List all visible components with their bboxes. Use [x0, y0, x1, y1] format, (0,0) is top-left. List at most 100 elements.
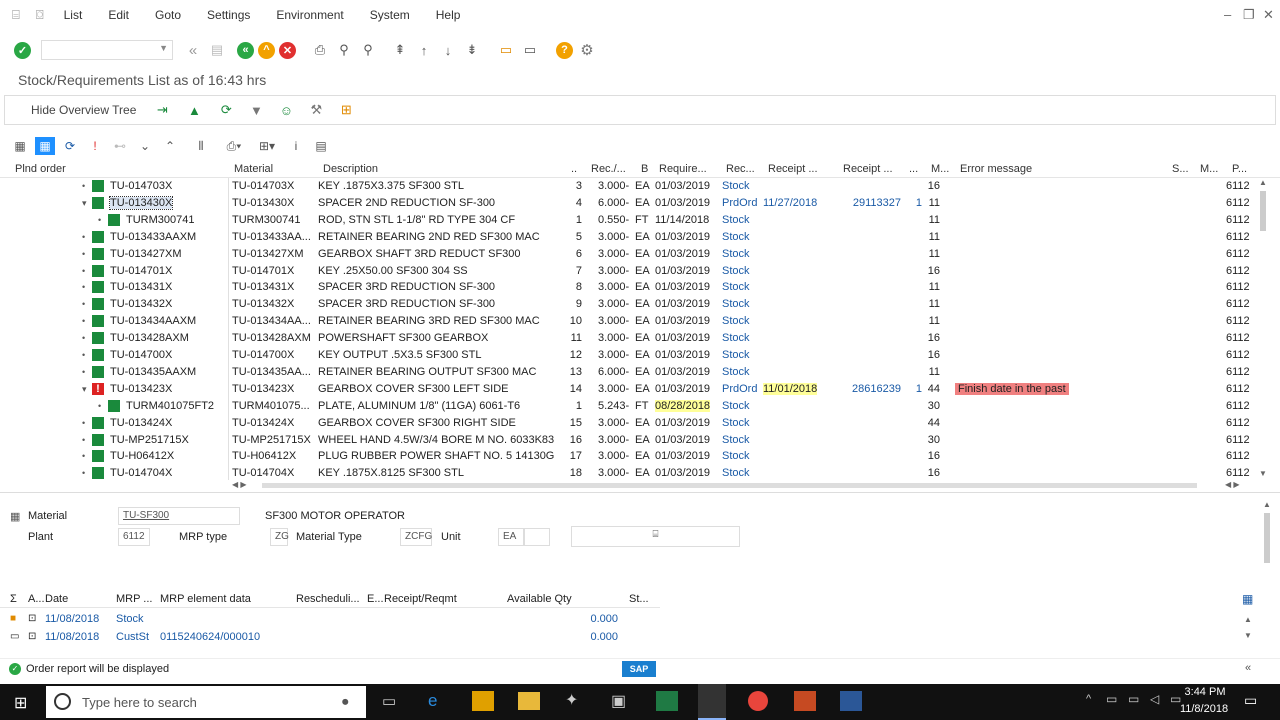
tree-toggle-icon[interactable]: •: [82, 451, 85, 461]
lower-scrollbar[interactable]: ▲ ▼: [1244, 612, 1252, 644]
left-horizontal-scrollbar[interactable]: ◀ ▶: [232, 480, 262, 490]
back-icon[interactable]: «: [237, 41, 254, 59]
exit-icon[interactable]: ^: [258, 41, 275, 59]
col-rec2[interactable]: Rec...: [726, 163, 755, 175]
planned-order-cell[interactable]: TU-013430X: [108, 195, 174, 210]
help-icon[interactable]: ⌼: [36, 7, 44, 23]
menu-list[interactable]: List: [64, 8, 83, 22]
detail-view-icon[interactable]: ⊡: [28, 613, 36, 624]
cancel-icon[interactable]: ✕: [279, 41, 296, 59]
print-grid-icon[interactable]: ⎙▾: [224, 137, 244, 155]
receipt-element-cell[interactable]: Stock: [722, 417, 750, 429]
refresh-grid-icon[interactable]: ⟳: [60, 137, 80, 155]
tree-toggle-icon[interactable]: •: [82, 249, 85, 259]
col-st[interactable]: St...: [629, 593, 649, 605]
material-detail-button[interactable]: ⌸: [571, 526, 740, 547]
menu-help[interactable]: Help: [436, 8, 461, 22]
sap-logon-icon[interactable]: ✦: [565, 690, 578, 710]
tree-toggle-icon[interactable]: •: [98, 215, 101, 225]
select-icon[interactable]: ▦: [35, 137, 55, 155]
menu-environment[interactable]: Environment: [276, 8, 343, 22]
table-row[interactable]: • TU-MP251715X TU-MP251715X WHEEL HAND 4.5W…: [0, 432, 1270, 449]
sum-icon[interactable]: Σ: [10, 593, 17, 605]
col-a[interactable]: A...: [28, 593, 45, 605]
table-row[interactable]: • TU-013428AXM TU-013428AXM POWERSHAFT SF30…: [0, 330, 1270, 347]
receipt-element-cell[interactable]: Stock: [722, 281, 750, 293]
tree-toggle-icon[interactable]: ▾: [82, 384, 87, 395]
col-dots2[interactable]: ...: [909, 163, 918, 175]
sap-menu-icon[interactable]: ⌸: [12, 7, 20, 23]
expand-all-icon[interactable]: ⌄: [135, 137, 155, 155]
tree-toggle-icon[interactable]: •: [82, 468, 85, 478]
powerpoint-icon[interactable]: [794, 691, 816, 711]
link-icon[interactable]: ⊷: [110, 137, 130, 155]
planned-order-cell[interactable]: TU-MP251715X: [110, 434, 189, 446]
hide-tree-button[interactable]: Hide Overview Tree: [31, 103, 136, 117]
maximize-icon[interactable]: ❐: [1243, 7, 1255, 23]
find-next-icon[interactable]: ⚲: [358, 40, 378, 60]
settings-icon[interactable]: ⚒: [306, 100, 326, 120]
filter-icon[interactable]: ▼: [246, 100, 266, 120]
receipt-element-cell[interactable]: Stock: [722, 180, 750, 192]
windows-start-icon[interactable]: ⊞: [14, 693, 27, 713]
collapse-all-icon[interactable]: ⌃: [160, 137, 180, 155]
lower-row-2[interactable]: ▭ ⊡ 11/08/2018 CustSt 0115240624/000010 …: [0, 629, 660, 646]
col-plnd-order[interactable]: Plnd order: [15, 163, 66, 175]
col-dots[interactable]: ..: [571, 163, 577, 175]
right-horizontal-scroll-buttons[interactable]: ◀ ▶: [1225, 480, 1255, 490]
col-date[interactable]: Date: [45, 593, 68, 605]
table-row[interactable]: • TU-013431X TU-013431X SPACER 3RD REDUCTIO…: [0, 279, 1270, 296]
receipt-element-cell[interactable]: Stock: [722, 349, 750, 361]
col-available-qty[interactable]: Available Qty: [507, 593, 572, 605]
table-row[interactable]: ▾! TU-013423X TU-013423X GEARBOX COVER SF30…: [0, 381, 1270, 398]
word-icon[interactable]: [840, 691, 862, 711]
find-icon[interactable]: ⚲: [334, 40, 354, 60]
planned-order-cell[interactable]: TU-014700X: [110, 349, 172, 361]
outlook-icon[interactable]: [472, 691, 494, 711]
table-row[interactable]: ▾ TU-013430X TU-013430X SPACER 2ND REDUCTIO…: [0, 195, 1270, 212]
receipt-element-cell[interactable]: PrdOrd: [722, 197, 757, 209]
tree-toggle-icon[interactable]: •: [98, 401, 101, 411]
tray-chevron-icon[interactable]: ^: [1086, 693, 1091, 705]
table-row[interactable]: • TU-014700X TU-014700X KEY OUTPUT .5X3.5 S…: [0, 347, 1270, 364]
network-icon[interactable]: ▭: [1106, 692, 1117, 706]
table-row[interactable]: • TU-013435AAXM TU-013435AA... RETAINER BEA…: [0, 364, 1270, 381]
receipt-element-cell[interactable]: Stock: [722, 400, 750, 412]
mrp-type-field[interactable]: ZG: [270, 528, 289, 546]
receipt-element-cell[interactable]: Stock: [722, 298, 750, 310]
tree-toggle-icon[interactable]: ▾: [82, 198, 87, 209]
info-icon[interactable]: i: [286, 137, 306, 155]
hierarchy-icon[interactable]: ⊞: [336, 100, 356, 120]
double-left-icon[interactable]: «: [183, 40, 203, 60]
planned-order-cell[interactable]: TU-014704X: [110, 467, 172, 479]
receipt-element-cell[interactable]: Stock: [722, 248, 750, 260]
planned-order-cell[interactable]: TU-013433AAXM: [110, 231, 196, 243]
exception-icon[interactable]: !: [85, 137, 105, 155]
material-type-field[interactable]: ZCFG: [400, 528, 432, 546]
unit-field[interactable]: EA: [498, 528, 524, 546]
col-receipt-reqmt[interactable]: Receipt/Reqmt: [384, 593, 457, 605]
planned-order-cell[interactable]: TU-013428AXM: [110, 332, 189, 344]
tree-toggle-icon[interactable]: •: [82, 435, 85, 445]
action-center-icon[interactable]: ▭: [1244, 692, 1257, 709]
columns-icon[interactable]: ⫴: [191, 137, 211, 155]
sap-gui-icon[interactable]: [698, 684, 726, 720]
receipt-element-cell[interactable]: Stock: [722, 366, 750, 378]
col-mrp-data[interactable]: MRP element data: [160, 593, 251, 605]
tree-toggle-icon[interactable]: •: [82, 350, 85, 360]
minimize-icon[interactable]: –: [1224, 7, 1231, 22]
col-s[interactable]: S...: [1172, 163, 1189, 175]
planned-order-cell[interactable]: TU-013424X: [110, 417, 172, 429]
last-page-icon[interactable]: ⇟: [462, 40, 482, 60]
col-receipt-num[interactable]: Receipt ...: [843, 163, 893, 175]
col-mrp[interactable]: MRP ...: [116, 593, 152, 605]
planned-order-cell[interactable]: TU-013435AAXM: [110, 366, 196, 378]
tree-toggle-icon[interactable]: •: [82, 232, 85, 242]
col-requirement[interactable]: Require...: [659, 163, 707, 175]
refresh-icon[interactable]: ⟳: [216, 100, 236, 120]
table-row[interactable]: • TU-013427XM TU-013427XM GEARBOX SHAFT 3RD…: [0, 246, 1270, 263]
planned-order-cell[interactable]: TU-013427XM: [110, 248, 182, 260]
table-row[interactable]: • TU-014701X TU-014701X KEY .25X50.00 SF300…: [0, 263, 1270, 280]
planned-order-cell[interactable]: TU-013423X: [110, 383, 172, 395]
taskbar-search[interactable]: Type here to search ⏺: [46, 686, 366, 718]
